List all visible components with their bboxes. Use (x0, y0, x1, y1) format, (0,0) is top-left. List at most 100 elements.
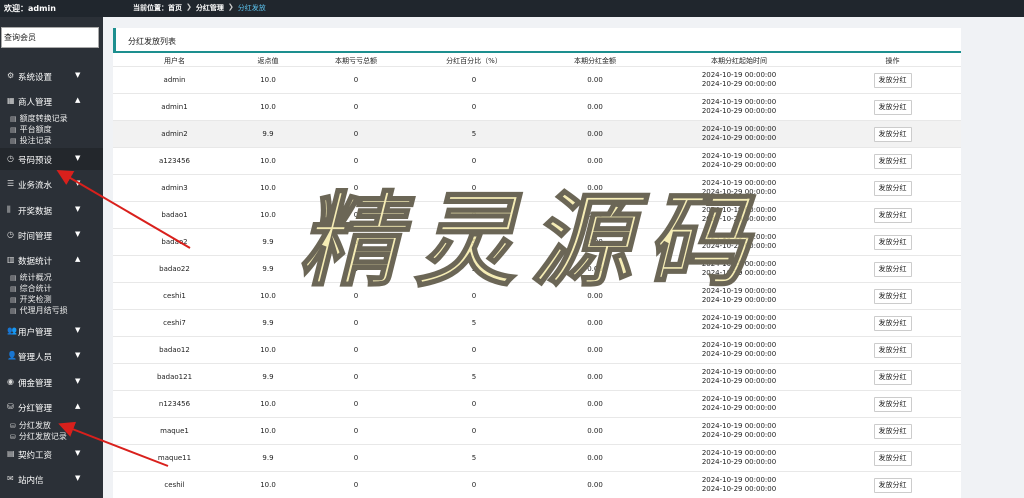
cell-amount: 0.00 (536, 336, 654, 364)
sidebar-item-8[interactable]: 👥 用户管理 ▼ (0, 320, 103, 342)
period-start: 2024-10-19 00:00:00 (701, 233, 777, 241)
issue-dividend-button[interactable]: 发放分红 (873, 126, 912, 142)
sidebar-subitem[interactable]: ▤ 投注记录 (10, 135, 52, 146)
sidebar-item-5[interactable]: ⫼ 开奖数据 ▼ (0, 199, 103, 221)
issue-dividend-button[interactable]: 发放分红 (873, 72, 912, 88)
cell-period: 2024-10-19 00:00:00 2024-10-29 00:00:00 (654, 228, 824, 256)
member-search-input[interactable] (1, 27, 99, 48)
period-start: 2024-10-19 00:00:00 (701, 449, 777, 457)
sidebar-item-10[interactable]: ◉ 佣金管理 ▼ (0, 371, 103, 393)
period-end: 2024-10-29 00:00:00 (701, 431, 777, 439)
cell-rebate: 9.9 (236, 363, 300, 391)
table-row: admin3 10.0 0 0 0.00 2024-10-19 00:00:00 2024-… (113, 174, 961, 202)
cell-percent: 0 (412, 336, 536, 364)
cell-period: 2024-10-19 00:00:00 2024-10-29 00:00:00 (654, 444, 824, 472)
breadcrumb-home[interactable]: 当前位置：首页 (133, 3, 182, 13)
sidebar-subitem[interactable]: ⛁ 分红发放记录 (10, 431, 67, 442)
sidebar-item-2[interactable]: ▦ 商人管理 ▲ (0, 90, 103, 112)
issue-dividend-button[interactable]: 发放分红 (873, 99, 912, 115)
sidebar-subitem[interactable]: ▤ 额度转换记录 (10, 113, 68, 124)
issue-dividend-button[interactable]: 发放分红 (873, 180, 912, 196)
database-icon: ⛁ (7, 402, 14, 411)
sidebar-subitem[interactable]: ⛁ 分红发放 (10, 420, 51, 431)
sidebar-item-1[interactable]: ⚙ 系统设置 ▼ (0, 65, 103, 87)
cell-period: 2024-10-19 00:00:00 2024-10-29 00:00:00 (654, 201, 824, 229)
issue-dividend-button[interactable]: 发放分红 (873, 153, 912, 169)
issue-dividend-button[interactable]: 发放分红 (873, 288, 912, 304)
cell-period: 2024-10-19 00:00:00 2024-10-29 00:00:00 (654, 417, 824, 445)
cell-action: 发放分红 (824, 417, 961, 445)
coin-icon: ◉ (7, 377, 14, 386)
cell-loss-total: 0 (300, 93, 412, 121)
sidebar-item-11[interactable]: ⛁ 分红管理 ▲ (0, 396, 103, 418)
period-end: 2024-10-29 00:00:00 (701, 161, 777, 169)
cell-rebate: 10.0 (236, 471, 300, 498)
sidebar-subitem[interactable]: ▤ 开奖检测 (10, 294, 52, 305)
sidebar-item-4[interactable]: ☰ 业务流水 ▼ (0, 173, 103, 195)
sidebar-subitem[interactable]: ▤ 统计概况 (10, 272, 52, 283)
cell-percent: 0 (412, 93, 536, 121)
sidebar-item-label: 分红管理 (18, 404, 53, 414)
cell-username: badao2 (113, 228, 236, 256)
sidebar-item-7[interactable]: ▥ 数据统计 ▲ (0, 249, 103, 271)
period-end: 2024-10-29 00:00:00 (701, 242, 777, 250)
issue-dividend-button[interactable]: 发放分红 (873, 423, 912, 439)
sidebar-item-label: 开奖数据 (18, 207, 53, 217)
list-icon: ▤ (10, 296, 17, 304)
table-row: badao22 9.9 0 5 0.00 2024-10-19 00:00:00 2024-… (113, 255, 961, 283)
cell-action: 发放分红 (824, 255, 961, 283)
cell-amount: 0.00 (536, 417, 654, 445)
issue-dividend-button[interactable]: 发放分红 (873, 342, 912, 358)
cell-username: maque1 (113, 417, 236, 445)
issue-dividend-button[interactable]: 发放分红 (873, 369, 912, 385)
cell-amount: 0.00 (536, 174, 654, 202)
caret-down-icon: ▼ (75, 377, 81, 385)
issue-dividend-button[interactable]: 发放分红 (873, 261, 912, 277)
sidebar-subitem[interactable]: ▤ 代理月结亏损 (10, 305, 68, 316)
sidebar-item-3[interactable]: ◷ 号码预设 ▼ (0, 148, 103, 170)
table-row: a123456 10.0 0 0 0.00 2024-10-19 00:00:00 2024… (113, 147, 961, 175)
caret-down-icon: ▼ (75, 230, 81, 238)
period-end: 2024-10-29 00:00:00 (701, 485, 777, 494)
issue-dividend-button[interactable]: 发放分红 (873, 450, 912, 466)
period-end: 2024-10-29 00:00:00 (701, 296, 777, 304)
issue-dividend-button[interactable]: 发放分红 (873, 477, 912, 493)
sidebar-item-9[interactable]: 👤 管理人员 ▼ (0, 345, 103, 367)
sidebar-item-12[interactable]: ▤ 契约工资 ▼ (0, 443, 103, 465)
cell-loss-total: 0 (300, 444, 412, 472)
cell-action: 发放分红 (824, 444, 961, 472)
period-start: 2024-10-19 00:00:00 (701, 368, 777, 376)
cell-rebate: 10.0 (236, 66, 300, 94)
sidebar-subitem[interactable]: ▤ 平台额度 (10, 124, 52, 135)
cell-amount: 0.00 (536, 93, 654, 121)
issue-dividend-button[interactable]: 发放分红 (873, 396, 912, 412)
cell-amount: 0.00 (536, 228, 654, 256)
sidebar-subitem-label: 开奖检测 (19, 295, 52, 304)
table-header-row: 用户名 返点值 本期亏亏总额 分红百分比（%） 本期分红金额 本期分红起始时间 … (113, 56, 961, 67)
cell-period: 2024-10-19 00:00:00 2024-10-29 00:00:00 (654, 282, 824, 310)
issue-dividend-button[interactable]: 发放分红 (873, 315, 912, 331)
sidebar-subitem-label: 投注记录 (19, 136, 52, 145)
cell-amount: 0.00 (536, 390, 654, 418)
table-row: n123456 10.0 0 0 0.00 2024-10-19 00:00:00 2024… (113, 390, 961, 418)
cell-username: a123456 (113, 147, 236, 175)
sidebar: ⚙系统设置 ▼ ▦商人管理 ▲ ◷ 号码预设 ▼ ☰业务流水 ▼ ⫼ 开奖数据 ▼ ◷ 时间管理 ▼ ▥数据统… (0, 17, 103, 498)
sidebar-item-6[interactable]: ◷ 时间管理 ▼ (0, 224, 103, 246)
issue-dividend-button[interactable]: 发放分红 (873, 234, 912, 250)
cell-percent: 5 (412, 363, 536, 391)
cell-percent: 0 (412, 390, 536, 418)
issue-dividend-button[interactable]: 发放分红 (873, 207, 912, 223)
breadcrumb-dividend[interactable]: 分红管理 (196, 3, 224, 13)
cell-rebate: 10.0 (236, 174, 300, 202)
cell-loss-total: 0 (300, 309, 412, 337)
sidebar-subitem[interactable]: ▤ 综合统计 (10, 283, 52, 294)
table-row: maque11 9.9 0 5 0.00 2024-10-19 00:00:00 2024-… (113, 444, 961, 472)
cell-username: badao22 (113, 255, 236, 283)
table-row: badao121 9.9 0 5 0.00 2024-10-19 00:00:00 2024… (113, 363, 961, 391)
cell-period: 2024-10-19 00:00:00 2024-10-29 00:00:00 (654, 390, 824, 418)
cell-rebate: 10.0 (236, 390, 300, 418)
sidebar-item-13[interactable]: ✉ 站内信 ▼ (0, 468, 103, 490)
cell-rebate: 10.0 (236, 417, 300, 445)
col-loss-total: 本期亏亏总额 (335, 57, 377, 65)
cell-action: 发放分红 (824, 363, 961, 391)
